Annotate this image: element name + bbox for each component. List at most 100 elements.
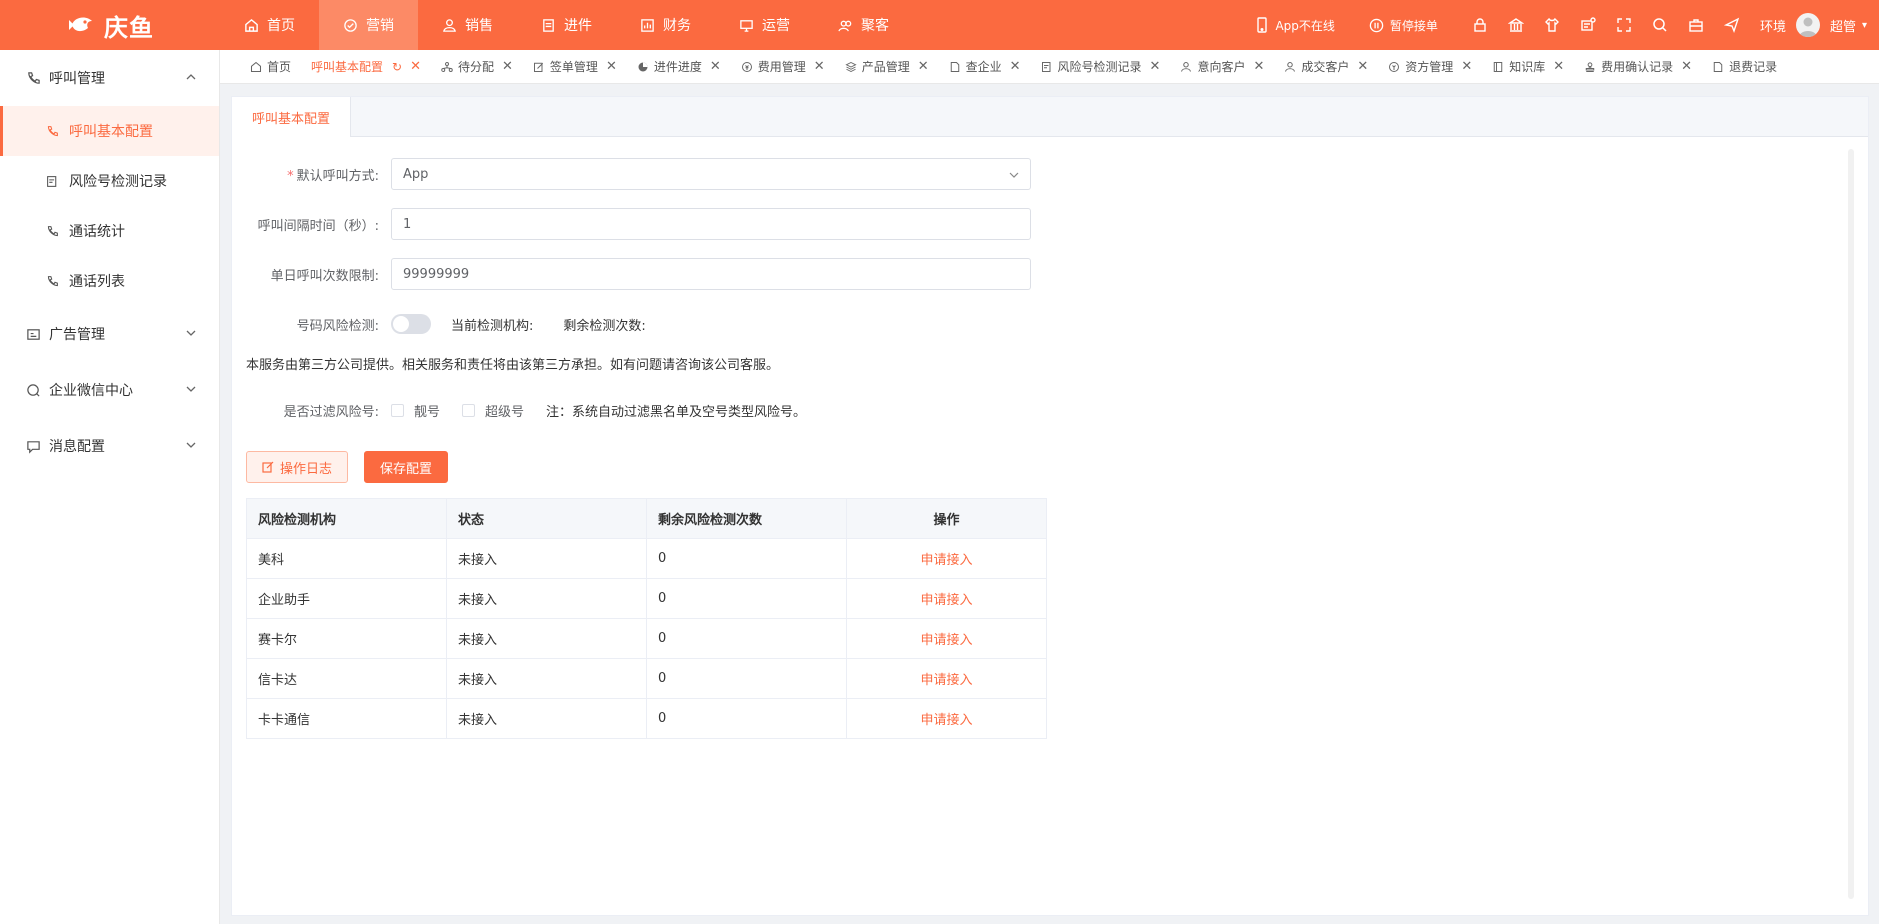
close-icon[interactable]: ✕: [710, 59, 721, 74]
topnav-home[interactable]: 首页: [220, 0, 319, 50]
close-icon[interactable]: ✕: [1010, 59, 1021, 74]
close-icon[interactable]: ✕: [1681, 59, 1692, 74]
call-mode-select[interactable]: App: [391, 158, 1031, 190]
record-icon: [1041, 61, 1051, 72]
tab-fee-management[interactable]: 费用管理 ✕: [731, 50, 835, 83]
daily-limit-input[interactable]: 99999999: [391, 258, 1031, 290]
app-status[interactable]: App不在线: [1255, 17, 1335, 34]
tab-refund-records[interactable]: 退费记录: [1702, 50, 1787, 83]
close-icon[interactable]: ✕: [1253, 59, 1264, 74]
close-icon[interactable]: ✕: [1461, 59, 1472, 74]
tab-label: 费用管理: [757, 60, 806, 74]
sidebar-item-call-stats[interactable]: 通话统计: [0, 206, 219, 256]
chevron-up-icon: [186, 74, 196, 80]
config-form: * 默认呼叫方式: App 呼叫间隔时间（秒）: 1 单日呼叫次数限制: 9999…: [246, 149, 1146, 435]
checkbox-label: 超级号: [485, 404, 525, 420]
interval-input[interactable]: 1: [391, 208, 1031, 240]
pause-label: 暂停接单: [1389, 18, 1438, 33]
notification-icon[interactable]: [1580, 17, 1596, 33]
tab-home[interactable]: 首页: [220, 50, 301, 83]
shirt-icon[interactable]: [1544, 17, 1560, 33]
tab-sign-management[interactable]: 签单管理 ✕: [523, 50, 627, 83]
briefcase-icon[interactable]: [1688, 17, 1704, 33]
filter-checkbox-super[interactable]: 超级号: [462, 401, 524, 420]
tab-call-config[interactable]: 呼叫基本配置 ↻ ✕: [301, 50, 431, 83]
topnav-marketing[interactable]: 营销: [319, 0, 418, 50]
chevron-down-icon[interactable]: ▾: [1862, 20, 1867, 31]
user-name[interactable]: 超管: [1830, 16, 1856, 35]
close-icon[interactable]: ✕: [606, 59, 617, 74]
tab-fee-confirm-records[interactable]: 费用确认记录 ✕: [1574, 50, 1702, 83]
sidebar-item-call-list[interactable]: 通话列表: [0, 256, 219, 306]
checkbox[interactable]: [391, 403, 404, 417]
topnav-finance[interactable]: 财务: [616, 0, 715, 50]
tab-company-lookup[interactable]: 查企业 ✕: [939, 50, 1031, 83]
close-icon[interactable]: ✕: [1553, 59, 1564, 74]
main-panel: 呼叫基本配置 * 默认呼叫方式: App 呼叫间隔时间（秒）: 1 单日呼叫次数限…: [231, 96, 1869, 916]
save-config-button[interactable]: 保存配置: [364, 451, 449, 483]
tab-label: 成交客户: [1301, 60, 1350, 74]
apply-access-link[interactable]: 申请接入: [846, 578, 1047, 619]
panel-tab-call-config[interactable]: 呼叫基本配置: [232, 97, 352, 137]
tab-intake-progress[interactable]: 进件进度 ✕: [627, 50, 731, 83]
avatar[interactable]: [1795, 13, 1820, 37]
tab-risk-records[interactable]: 风险号检测记录 ✕: [1031, 50, 1171, 83]
apply-access-link[interactable]: 申请接入: [846, 698, 1047, 739]
phone-icon: [28, 71, 40, 84]
ad-icon: [27, 328, 40, 340]
risk-check-toggle[interactable]: [391, 314, 431, 334]
interval-value: 1: [403, 216, 412, 232]
stamp-icon: [1585, 61, 1595, 72]
sidebar-item-label: 通话列表: [69, 274, 125, 290]
close-icon[interactable]: ✕: [502, 59, 513, 74]
send-icon[interactable]: [1723, 17, 1740, 33]
topnav-operations[interactable]: 运营: [715, 0, 814, 50]
filter-checkbox-premium[interactable]: 靓号: [391, 401, 440, 420]
refresh-icon[interactable]: ↻: [392, 60, 402, 74]
close-icon[interactable]: ✕: [814, 59, 825, 74]
scrollbar[interactable]: [1848, 149, 1854, 899]
close-icon[interactable]: ✕: [410, 59, 421, 74]
sidebar-group-ad-management[interactable]: 广告管理: [0, 306, 219, 362]
apply-access-link[interactable]: 申请接入: [846, 538, 1047, 579]
pause-orders[interactable]: 暂停接单: [1369, 17, 1438, 34]
topnav-label: 进件: [564, 18, 592, 34]
column-header: 操作: [846, 498, 1047, 539]
chat-icon: [27, 383, 40, 397]
topnav-customers[interactable]: 聚客: [814, 0, 913, 50]
fullscreen-icon[interactable]: [1616, 17, 1632, 33]
apply-access-link[interactable]: 申请接入: [846, 658, 1047, 699]
close-icon[interactable]: ✕: [918, 59, 929, 74]
tab-funder-management[interactable]: 资方管理 ✕: [1378, 50, 1482, 83]
close-icon[interactable]: ✕: [1150, 59, 1161, 74]
lock-icon[interactable]: [1472, 17, 1488, 33]
topnav-intake[interactable]: 进件: [517, 0, 616, 50]
phone-settings-icon: [47, 125, 58, 136]
sidebar-group-message-config[interactable]: 消息配置: [0, 418, 219, 474]
sidebar-item-risk-records[interactable]: 风险号检测记录: [0, 156, 219, 206]
tab-prospects[interactable]: 意向客户 ✕: [1170, 50, 1274, 83]
column-header: 风险检测机构: [246, 498, 447, 539]
sidebar-item-label: 呼叫基本配置: [69, 124, 153, 140]
checkbox[interactable]: [462, 403, 476, 417]
filter-label: 是否过滤风险号:: [283, 404, 379, 420]
sidebar-item-label: 风险号检测记录: [69, 174, 167, 190]
remaining-count-label: 剩余检测次数:: [563, 318, 646, 334]
sidebar-group-wechat-center[interactable]: 企业微信中心: [0, 362, 219, 418]
sidebar-item-label: 通话统计: [69, 224, 125, 240]
remaining-cell: 0: [646, 538, 847, 579]
sidebar-group-call-management[interactable]: 呼叫管理: [0, 50, 219, 106]
risk-check-label: 号码风险检测:: [296, 318, 379, 334]
bank-icon[interactable]: [1507, 17, 1524, 33]
search-icon[interactable]: [1652, 17, 1668, 33]
sidebar-item-call-config[interactable]: 呼叫基本配置: [0, 106, 219, 156]
tab-closed-customers[interactable]: 成交客户 ✕: [1274, 50, 1378, 83]
close-icon[interactable]: ✕: [1357, 59, 1368, 74]
tab-product-management[interactable]: 产品管理 ✕: [835, 50, 939, 83]
apply-access-link[interactable]: 申请接入: [846, 618, 1047, 659]
row-interval: 呼叫间隔时间（秒）: 1: [246, 199, 1146, 249]
tab-pending[interactable]: 待分配 ✕: [431, 50, 523, 83]
operation-log-button[interactable]: 操作日志: [246, 451, 349, 483]
tab-knowledge-base[interactable]: 知识库 ✕: [1482, 50, 1574, 83]
topnav-sales[interactable]: 销售: [418, 0, 517, 50]
